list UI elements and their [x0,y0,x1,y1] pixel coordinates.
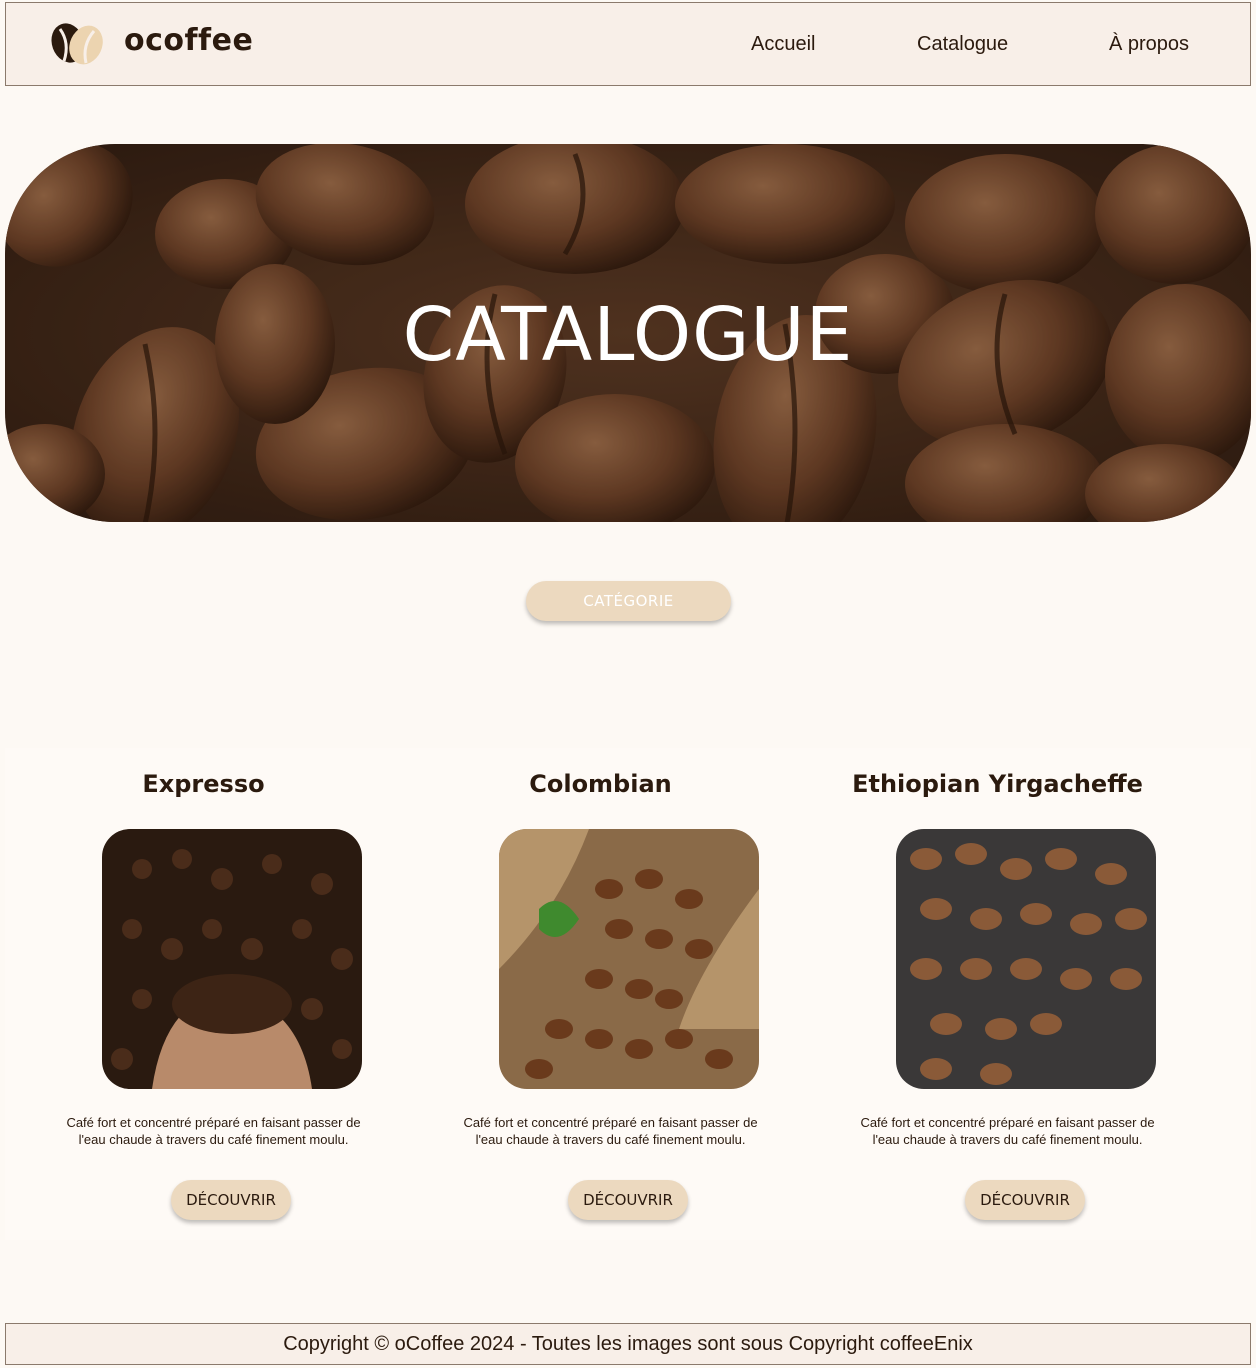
product-image-expresso[interactable] [102,829,362,1089]
site-header: ocoffee Accueil Catalogue À propos [5,2,1251,86]
product-title: Colombian [529,770,672,798]
product-description-line: Café fort et concentré préparé en faisan… [860,1115,1155,1130]
product-description-line: Café fort et concentré préparé en faisan… [66,1115,361,1130]
product-title: Ethiopian Yirgacheffe [852,770,1143,798]
product-description: Café fort et concentré préparé en faisan… [839,1114,1176,1148]
nav-a-propos[interactable]: À propos [1109,33,1189,56]
coffee-bean-logo-icon[interactable] [46,21,106,67]
product-description-line: Café fort et concentré préparé en faisan… [463,1115,758,1130]
product-description: Café fort et concentré préparé en faisan… [45,1114,382,1148]
nav-catalogue[interactable]: Catalogue [917,33,1008,56]
hero-banner: CATALOGUE [5,144,1251,522]
product-description: Café fort et concentré préparé en faisan… [442,1114,779,1148]
discover-button-ethiopian[interactable]: DÉCOUVRIR [965,1180,1085,1220]
product-description-line: l'eau chaude à travers du café finement … [872,1132,1143,1147]
product-title: Expresso [142,770,265,798]
product-card: Colombian Café fort et concentré préparé… [402,748,799,1240]
hero-title: CATALOGUE [402,292,854,378]
product-list: Expresso Café fort et concentré préparé … [5,748,1251,1240]
product-card: Ethiopian Yirgacheffe Café fort et conce… [799,748,1196,1240]
product-description-line: l'eau chaude à travers du café finement … [78,1132,349,1147]
site-footer: Copyright © oCoffee 2024 - Toutes les im… [5,1323,1251,1365]
nav-accueil[interactable]: Accueil [751,33,815,56]
discover-button-colombian[interactable]: DÉCOUVRIR [568,1180,688,1220]
brand-name[interactable]: ocoffee [124,23,253,58]
product-image-colombian[interactable] [499,829,759,1089]
category-button[interactable]: CATÉGORIE [526,581,731,621]
product-card: Expresso Café fort et concentré préparé … [5,748,402,1240]
product-image-ethiopian[interactable] [896,829,1156,1089]
discover-button-expresso[interactable]: DÉCOUVRIR [171,1180,291,1220]
product-description-line: l'eau chaude à travers du café finement … [475,1132,746,1147]
